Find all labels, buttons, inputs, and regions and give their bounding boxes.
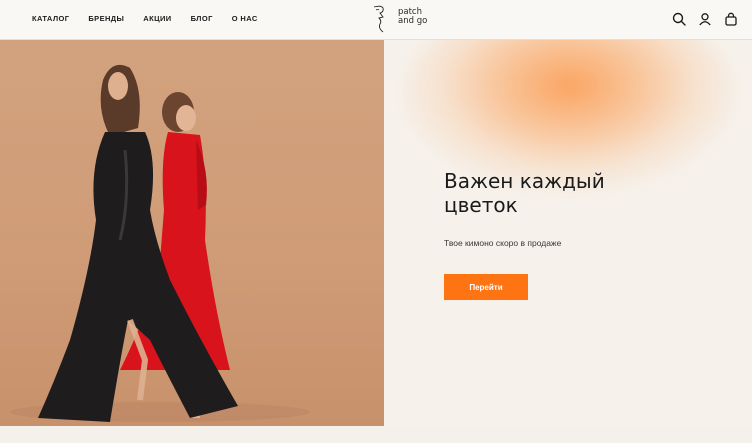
hero-content: Важен каждый цветок Твое кимоно скоро в … — [384, 40, 752, 426]
nav-sales-link[interactable]: АКЦИИ — [143, 14, 171, 24]
page: КАТАЛОГ БРЕНДЫ АКЦИИ БЛОГ О НАС patch an… — [0, 0, 752, 443]
site-header: КАТАЛОГ БРЕНДЫ АКЦИИ БЛОГ О НАС patch an… — [0, 0, 752, 40]
cart-icon[interactable] — [724, 12, 738, 26]
hero-photo — [0, 40, 384, 426]
search-icon[interactable] — [672, 12, 686, 26]
header-icons — [672, 12, 738, 26]
logo-text: patch and go — [398, 8, 427, 26]
models-in-kimono-illustration — [10, 64, 310, 422]
nav-catalog-link[interactable]: КАТАЛОГ — [32, 14, 69, 24]
account-icon[interactable] — [698, 12, 712, 26]
hero-subtitle: Твое кимоно скоро в продаже — [444, 238, 562, 248]
hero-title: Важен каждый цветок — [444, 169, 605, 217]
orange-glow-decoration — [404, 40, 734, 190]
main-nav: КАТАЛОГ БРЕНДЫ АКЦИИ БЛОГ О НАС — [32, 14, 277, 24]
page-bottom-strip — [0, 426, 752, 443]
logo-face-icon — [371, 4, 391, 34]
logo-link[interactable]: patch and go — [371, 4, 427, 34]
nav-blog-link[interactable]: БЛОГ — [191, 14, 213, 24]
nav-brands-link[interactable]: БРЕНДЫ — [88, 14, 124, 24]
nav-about-link[interactable]: О НАС — [232, 14, 258, 24]
logo-line-2: and go — [398, 16, 428, 26]
go-button[interactable]: Перейти — [444, 274, 528, 300]
